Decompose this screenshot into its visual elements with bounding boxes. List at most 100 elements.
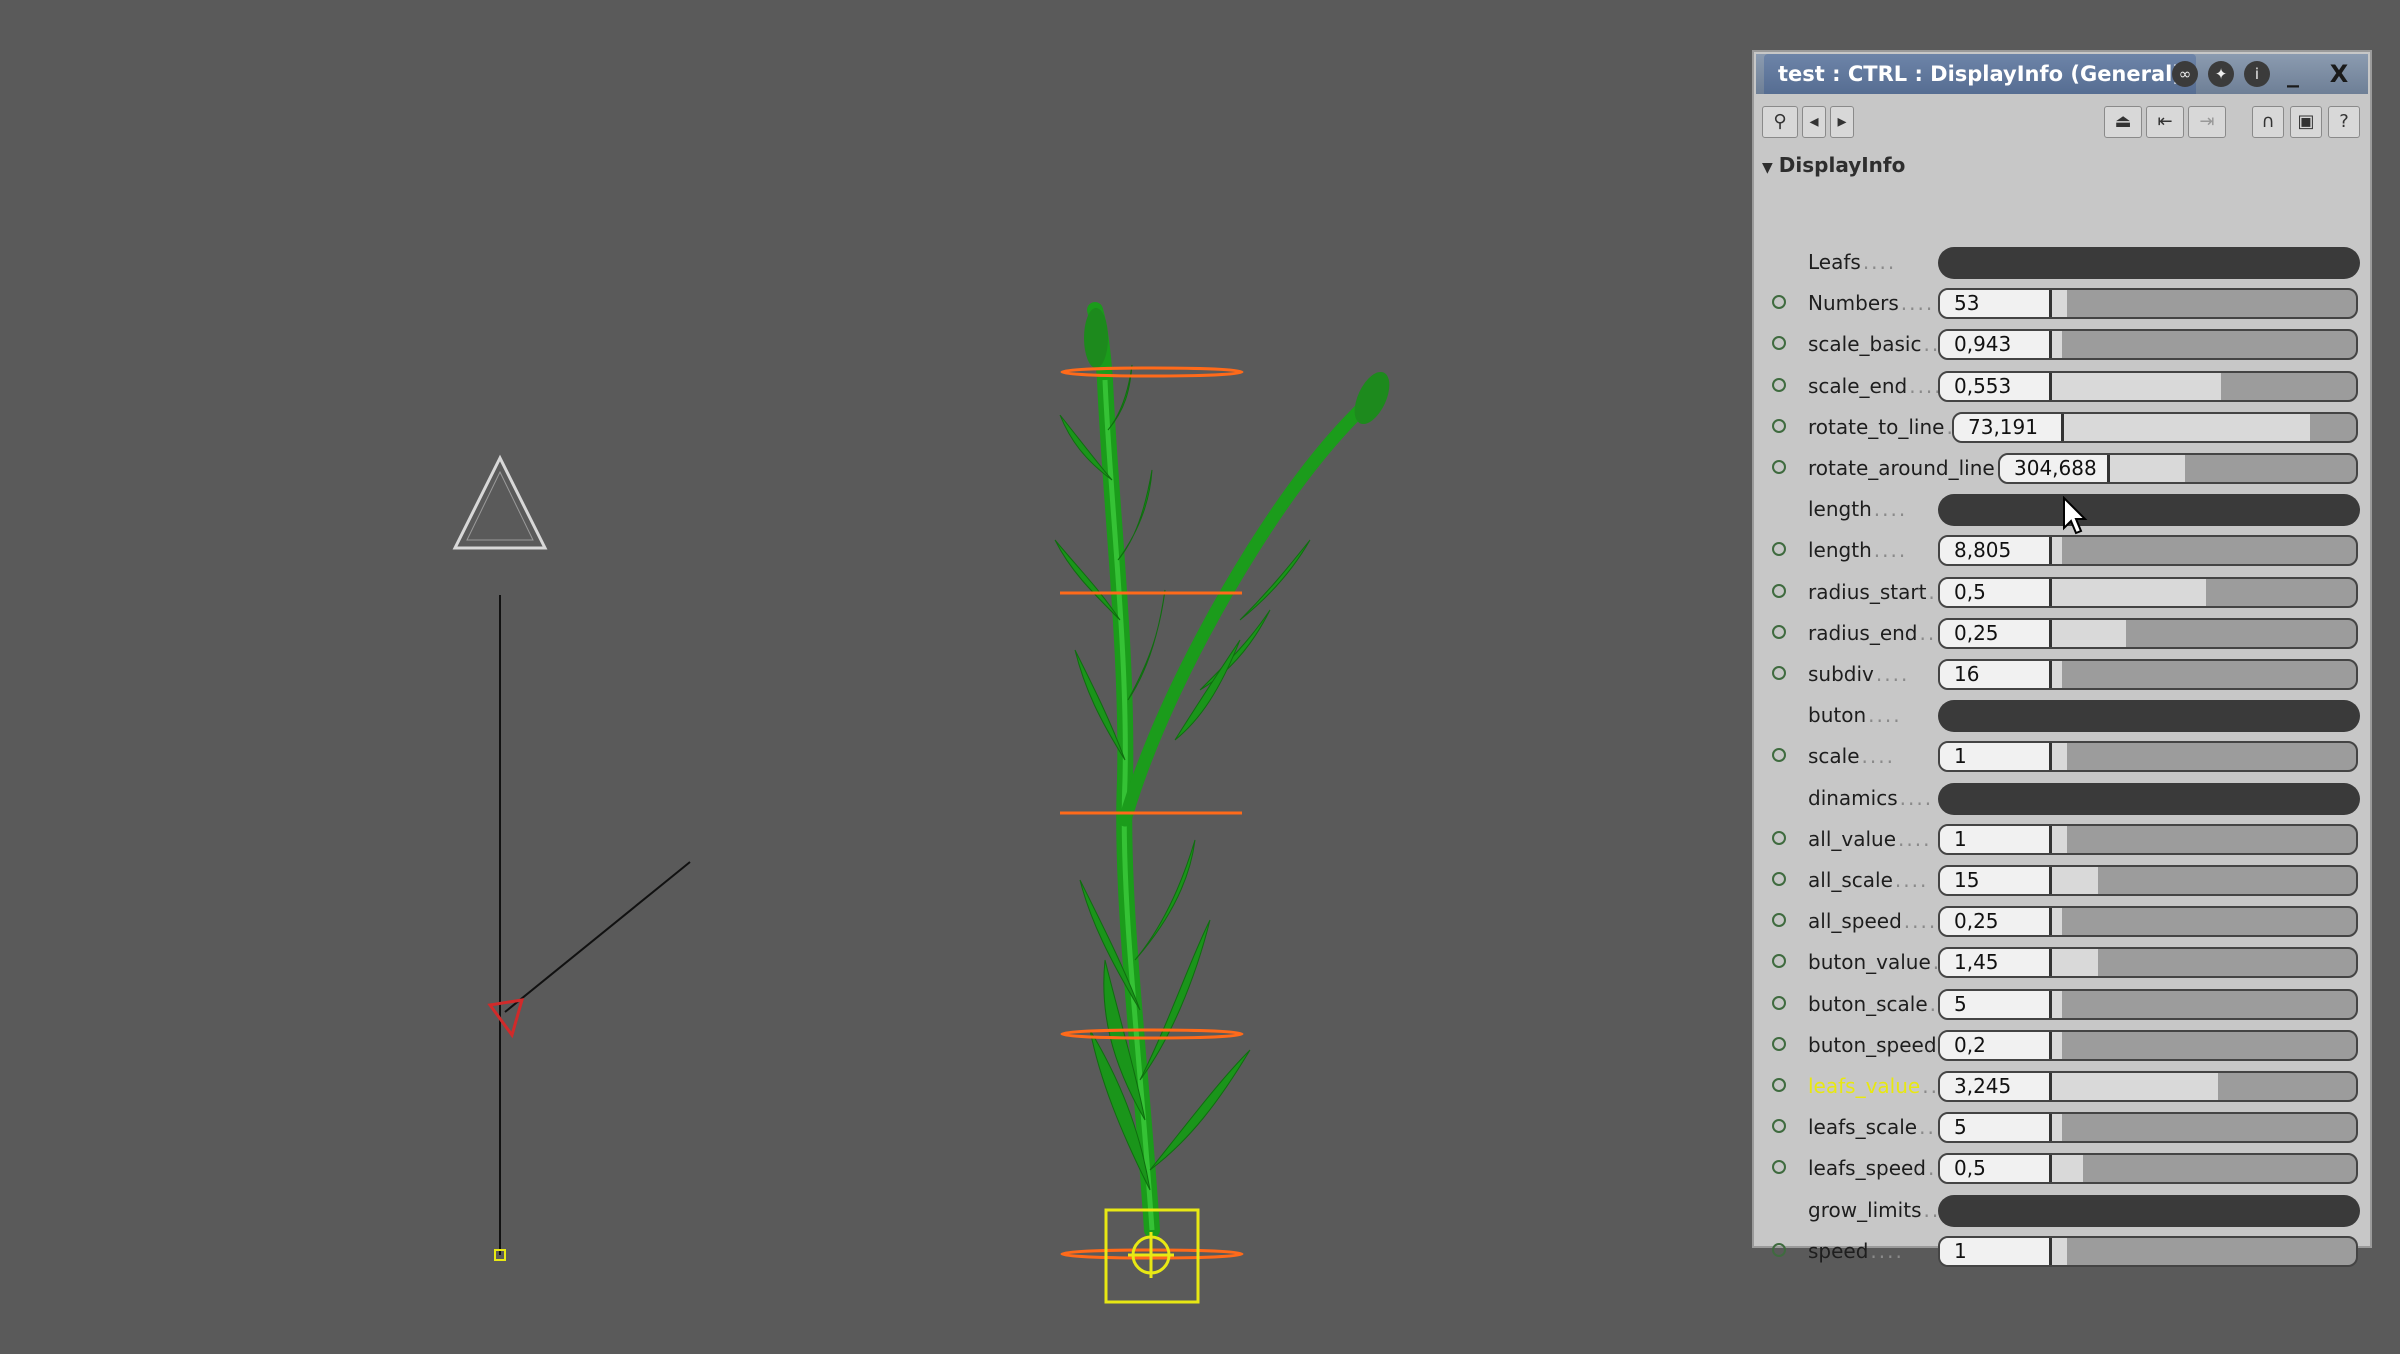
animate-toggle-icon[interactable] bbox=[1772, 666, 1786, 680]
animate-toggle-icon[interactable] bbox=[1772, 295, 1786, 310]
param-row: rotate_to_line....73,191 bbox=[1754, 407, 2370, 448]
slider-fill bbox=[2052, 867, 2098, 894]
animate-toggle-icon[interactable] bbox=[1772, 542, 1786, 557]
value-input[interactable]: 1 bbox=[1940, 743, 2052, 771]
animate-toggle-icon[interactable] bbox=[1772, 748, 1786, 763]
displayinfo-panel: test : CTRL : DisplayInfo (General) ∞ ✦ … bbox=[1752, 50, 2372, 1267]
animate-toggle-icon[interactable] bbox=[1772, 913, 1786, 928]
value-slider-field[interactable]: 0,25 bbox=[1938, 617, 2358, 649]
value-input[interactable]: 0,5 bbox=[1940, 578, 2052, 606]
value-slider-field[interactable]: 1 bbox=[1938, 741, 2358, 773]
param-label: leafs_scale.... bbox=[1808, 1107, 1953, 1148]
value-slider-field[interactable]: 1 bbox=[1938, 823, 2358, 855]
animate-toggle-icon[interactable] bbox=[1772, 336, 1786, 351]
animate-toggle-icon[interactable] bbox=[1772, 418, 1786, 433]
section-displayinfo[interactable]: ▼ DisplayInfo bbox=[1762, 150, 1905, 180]
animate-toggle-icon[interactable] bbox=[1772, 624, 1786, 639]
animate-toggle-icon[interactable] bbox=[1772, 583, 1786, 598]
animate-toggle-icon[interactable] bbox=[1772, 1078, 1786, 1092]
param-label: Leafs.... bbox=[1808, 242, 1896, 283]
arrow-left-icon[interactable]: ◂ bbox=[1802, 106, 1826, 138]
param-row: rotate_around_line....304,688 bbox=[1754, 448, 2370, 489]
value-input[interactable]: 5 bbox=[1940, 1114, 2052, 1142]
plant-model[interactable] bbox=[1054, 302, 1397, 1304]
frame-icon[interactable]: ▣ bbox=[2290, 106, 2322, 138]
collapse-triangle-icon[interactable]: ▼ bbox=[1762, 153, 1773, 183]
value-slider-field[interactable]: 1 bbox=[1938, 1235, 2358, 1267]
value-slider-field[interactable]: 5 bbox=[1938, 988, 2358, 1020]
value-input[interactable]: 15 bbox=[1940, 867, 2052, 894]
leader-dots: .... bbox=[1873, 497, 1908, 522]
value-input[interactable]: 0,25 bbox=[1940, 908, 2052, 936]
value-input[interactable]: 1 bbox=[1940, 825, 2052, 853]
animate-toggle-icon[interactable] bbox=[1772, 377, 1786, 392]
help-icon[interactable]: ? bbox=[2328, 106, 2360, 138]
animate-toggle-icon[interactable] bbox=[1772, 1119, 1786, 1134]
leader-dots: .... bbox=[1898, 826, 1932, 851]
panel-titlebar[interactable]: test : CTRL : DisplayInfo (General) ∞ ✦ … bbox=[1756, 54, 2368, 94]
param-label: length.... bbox=[1808, 489, 1907, 530]
close-button[interactable]: X bbox=[2324, 58, 2354, 90]
value-slider-field[interactable]: 73,191 bbox=[1952, 411, 2358, 443]
animate-toggle-icon[interactable] bbox=[1772, 954, 1786, 969]
glasses-icon[interactable]: ∞ bbox=[2172, 61, 2198, 87]
value-input[interactable]: 1,45 bbox=[1940, 949, 2052, 977]
animate-toggle-icon[interactable] bbox=[1772, 995, 1786, 1010]
value-slider-field[interactable]: 0,553 bbox=[1938, 370, 2358, 402]
arrow-right-icon[interactable]: ▸ bbox=[1830, 106, 1854, 138]
animate-toggle-icon[interactable] bbox=[1772, 830, 1786, 845]
value-input[interactable]: 0,25 bbox=[1940, 619, 2052, 647]
param-label: scale_basic.... bbox=[1808, 324, 1957, 365]
param-row: subdiv.... 16 bbox=[1754, 654, 2370, 695]
animate-toggle-icon[interactable] bbox=[1772, 1160, 1786, 1175]
value-slider-field[interactable]: 53 bbox=[1938, 288, 2358, 320]
slider-fill bbox=[2052, 825, 2067, 853]
value-slider-field[interactable]: 15 bbox=[1938, 865, 2358, 896]
pin-icon[interactable]: ✦ bbox=[2208, 61, 2234, 87]
value-slider-field[interactable]: 304,688 bbox=[1998, 453, 2358, 484]
eject-icon[interactable]: ⏏ bbox=[2104, 106, 2142, 138]
value-input[interactable]: 53 bbox=[1940, 290, 2052, 318]
value-input[interactable]: 16 bbox=[1940, 661, 2052, 688]
value-slider-field[interactable]: 0,25 bbox=[1938, 906, 2358, 938]
value-slider-field[interactable]: 1,45 bbox=[1938, 947, 2358, 979]
value-input[interactable]: 0,943 bbox=[1940, 331, 2052, 359]
light-object[interactable] bbox=[452, 454, 548, 550]
animate-toggle-icon[interactable] bbox=[1772, 1242, 1786, 1257]
value-input[interactable]: 5 bbox=[1940, 990, 2052, 1018]
param-label-text: all_scale bbox=[1808, 868, 1893, 892]
value-slider-field[interactable]: 16 bbox=[1938, 659, 2358, 690]
camera-rig[interactable] bbox=[487, 595, 691, 1261]
value-input[interactable]: 0,5 bbox=[1940, 1155, 2052, 1183]
magnet-icon[interactable]: ∩ bbox=[2252, 106, 2284, 138]
value-input[interactable]: 1 bbox=[1940, 1237, 2052, 1265]
value-input[interactable]: 0,2 bbox=[1940, 1031, 2052, 1059]
value-input[interactable]: 3,245 bbox=[1940, 1073, 2052, 1100]
param-label-text: buton_scale bbox=[1808, 991, 1928, 1016]
param-row: leafs_value....3,245 bbox=[1754, 1066, 2370, 1107]
value-slider-field[interactable]: 0,5 bbox=[1938, 1153, 2358, 1185]
animate-toggle-icon[interactable] bbox=[1772, 872, 1786, 886]
group-row: buton.... bbox=[1754, 695, 2370, 736]
export-icon[interactable]: ⇥ bbox=[2188, 106, 2226, 138]
import-icon[interactable]: ⇤ bbox=[2146, 106, 2184, 138]
value-input[interactable]: 73,191 bbox=[1954, 413, 2064, 441]
value-input[interactable]: 8,805 bbox=[1940, 537, 2052, 565]
wrench-icon[interactable]: ⚲ bbox=[1762, 106, 1798, 138]
value-input[interactable]: 0,553 bbox=[1940, 372, 2052, 400]
value-input[interactable]: 304,688 bbox=[2000, 455, 2110, 482]
minimize-button[interactable]: _ bbox=[2278, 58, 2308, 90]
value-slider-field[interactable]: 0,2 bbox=[1938, 1029, 2358, 1061]
animate-toggle-icon[interactable] bbox=[1772, 1036, 1786, 1051]
animate-toggle-icon[interactable] bbox=[1772, 460, 1786, 474]
value-slider-field[interactable]: 0,5 bbox=[1938, 576, 2358, 608]
info-icon[interactable]: i bbox=[2244, 61, 2270, 87]
value-slider-field[interactable]: 5 bbox=[1938, 1112, 2358, 1144]
value-slider-field[interactable]: 3,245 bbox=[1938, 1071, 2358, 1102]
group-separator-bar bbox=[1938, 700, 2360, 733]
value-slider-field[interactable]: 8,805 bbox=[1938, 535, 2358, 567]
value-slider-field[interactable]: 0,943 bbox=[1938, 329, 2358, 361]
param-row: scale_end.... 0,553 bbox=[1754, 366, 2370, 407]
param-label: subdiv.... bbox=[1808, 654, 1909, 695]
slider-fill bbox=[2052, 619, 2126, 647]
